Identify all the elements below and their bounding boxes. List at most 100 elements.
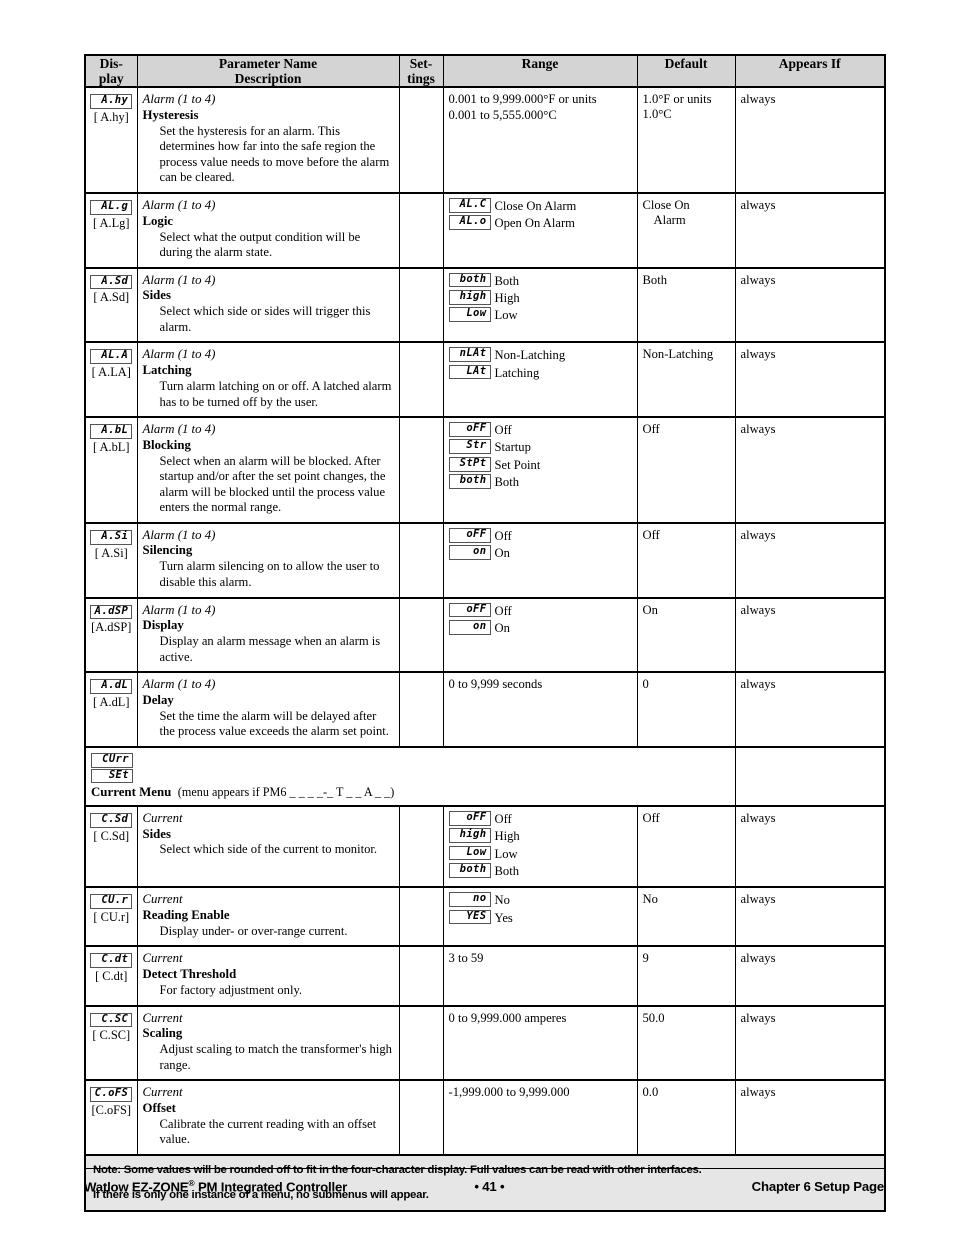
range-line: 3 to 59: [448, 951, 484, 966]
range-line: 0 to 9,999.000 amperes: [448, 1010, 567, 1025]
range-option-display-code: high: [448, 828, 491, 843]
range-option-label: Startup: [494, 440, 531, 455]
column-header-default: Default: [636, 54, 736, 88]
settings-cell[interactable]: [398, 266, 444, 343]
range-cell: oFF Off Str Startup StPt Set Point both Both: [442, 416, 638, 524]
parameter-name: Latching: [142, 362, 192, 377]
range-option: on On: [448, 619, 632, 636]
settings-cell[interactable]: [398, 192, 444, 269]
range-option: high High: [448, 290, 632, 306]
range-option-label: Both: [494, 475, 520, 490]
parameter-group-label: Current: [142, 892, 183, 907]
appears-if-cell: always: [734, 671, 886, 748]
default-cell: Off: [636, 521, 736, 599]
default-cell: Both: [636, 266, 736, 343]
range-cell: nLAt Non-Latching LAt Latching: [442, 341, 638, 418]
parameter-description-cell: Alarm (1 to 4) Logic Select what the outpu…: [136, 192, 400, 269]
menu-divider-row: CUrr SEt Current Menu (menu appears if PM6…: [84, 745, 886, 807]
appears-if-cell: always: [734, 945, 886, 1007]
display-bracket-code: [ C.SC]: [92, 1028, 131, 1043]
range-cell: both Both high High Low Low: [442, 266, 638, 343]
display-code-badge: AL.g: [90, 200, 133, 215]
display-code-cell: C.dt[ C.dt]: [84, 945, 138, 1007]
settings-cell[interactable]: [398, 1004, 444, 1081]
settings-cell[interactable]: [398, 521, 444, 599]
parameter-description: Select which side of the current to moni…: [159, 842, 378, 857]
parameter-name: Reading Enable: [142, 907, 230, 922]
settings-cell[interactable]: [398, 945, 444, 1007]
appears-if-cell: always: [734, 266, 886, 343]
default-value-line: Off: [642, 810, 660, 825]
range-option: Low Low: [448, 307, 632, 323]
display-code-badge: C.Sd: [90, 812, 133, 828]
parameter-name: Logic: [142, 213, 174, 228]
parameter-group-label: Alarm (1 to 4): [142, 347, 216, 362]
settings-cell[interactable]: [398, 886, 444, 947]
range-option-display-code: oFF: [448, 527, 491, 543]
parameter-group-label: Current: [142, 951, 183, 966]
range-option-label: Low: [494, 308, 518, 323]
range-cell: 0 to 9,999.000 amperes: [442, 1004, 638, 1081]
display-bracket-code: [ CU.r]: [93, 910, 130, 925]
range-option-display-code: oFF: [448, 810, 491, 826]
parameter-description: For factory adjustment only.: [159, 983, 303, 998]
display-code-badge: A.hy: [90, 94, 133, 109]
display-code-cell: AL.A[ A.LA]: [84, 341, 138, 418]
range-option: Low Low: [448, 845, 632, 862]
settings-cell[interactable]: [398, 671, 444, 748]
range-option: both Both: [448, 862, 632, 879]
display-bracket-code: [ A.Lg]: [93, 215, 130, 230]
range-cell: AL.C Close On Alarm AL.o Open On Alarm: [442, 192, 638, 269]
default-value-line: On: [642, 602, 658, 617]
parameter-group-label: Alarm (1 to 4): [142, 272, 216, 287]
parameter-description-cell: Alarm (1 to 4) Silencing Turn alarm silenc…: [136, 521, 400, 599]
parameter-name: Silencing: [142, 543, 193, 558]
range-cell: 0 to 9,999 seconds: [442, 671, 638, 748]
default-value-line: 1.0°F or units: [642, 92, 712, 107]
column-header-appears-if: Appears If: [734, 54, 886, 88]
settings-cell[interactable]: [398, 804, 444, 888]
menu-display-code-badge: CUrr: [91, 752, 133, 768]
settings-cell[interactable]: [398, 416, 444, 524]
range-option-display-code: StPt: [448, 456, 491, 472]
settings-cell[interactable]: [398, 341, 444, 418]
display-bracket-code: [A.dSP]: [91, 620, 132, 635]
range-cell: no No YES Yes: [442, 886, 638, 947]
default-value-line: No: [642, 892, 658, 907]
display-code-cell: A.bL[ A.bL]: [84, 416, 138, 524]
parameter-description: Select which side or sides will trigger …: [159, 304, 371, 334]
display-code-cell: C.Sd[ C.Sd]: [84, 804, 138, 888]
parameter-description-cell: Alarm (1 to 4) Blocking Select when an ala…: [136, 416, 400, 524]
range-option-display-code: AL.o: [448, 215, 491, 231]
parameter-description-cell: Current Sides Select which side of the cur…: [136, 804, 400, 888]
parameter-group-label: Current: [142, 1085, 183, 1100]
table-row: CU.r[ CU.r] Current Reading Enable Display …: [84, 886, 886, 947]
range-option-label: High: [494, 829, 520, 844]
range-option-display-code: on: [448, 545, 491, 560]
range-option-display-code: oFF: [448, 602, 491, 618]
range-line: 0.001 to 9,999.000°F or units: [448, 92, 597, 107]
parameter-group-label: Current: [142, 1010, 183, 1025]
default-value-line: Non-Latching: [642, 347, 714, 362]
parameter-name: Sides: [142, 288, 171, 303]
range-option-label: Both: [494, 863, 520, 878]
parameter-description: Adjust scaling to match the transformer'…: [159, 1042, 392, 1072]
range-line: 0 to 9,999 seconds: [448, 677, 543, 692]
appears-if-cell: always: [734, 1079, 886, 1156]
display-code-badge: A.Sd: [90, 274, 133, 290]
table-row: AL.g[ A.Lg] Alarm (1 to 4) Logic Select wha…: [84, 192, 886, 269]
display-bracket-code: [ C.dt]: [95, 969, 128, 984]
settings-cell[interactable]: [398, 86, 444, 194]
range-option: high High: [448, 828, 632, 844]
display-code-cell: AL.g[ A.Lg]: [84, 192, 138, 269]
default-value-line: 0: [642, 677, 649, 692]
range-option: YES Yes: [448, 909, 632, 926]
settings-cell[interactable]: [398, 1079, 444, 1156]
settings-cell[interactable]: [398, 596, 444, 673]
setup-page-table-container: Dis- play Parameter Name Description Set…: [84, 54, 886, 1213]
table-row: A.Si[ A.Si] Alarm (1 to 4) Silencing Turn a…: [84, 521, 886, 599]
display-code-cell: A.Sd[ A.Sd]: [84, 266, 138, 343]
display-code-badge: A.dL: [90, 679, 133, 694]
default-value-line: 0.0: [642, 1085, 659, 1100]
range-option: both Both: [448, 272, 632, 289]
